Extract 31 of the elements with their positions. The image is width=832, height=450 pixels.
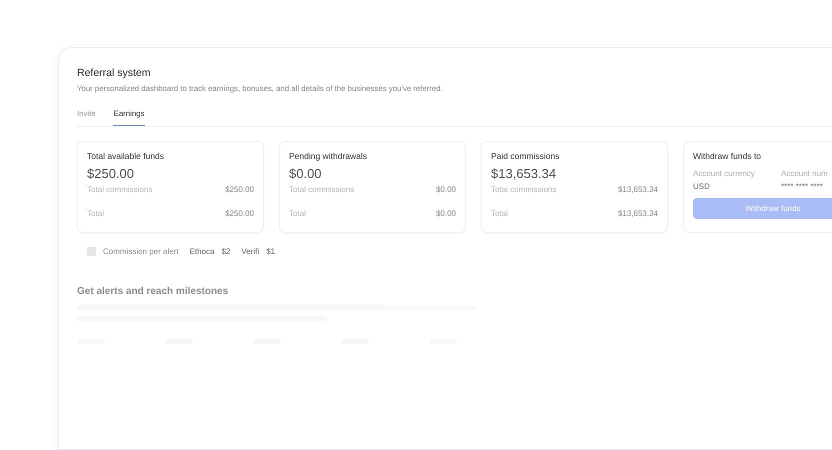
row-label: Total commissions <box>87 185 152 194</box>
field-label: Account currency <box>693 169 756 178</box>
field-value: USD <box>693 182 711 191</box>
row-value: $0.00 <box>436 185 456 194</box>
card-title: Paid commissions <box>491 151 560 161</box>
amount: $250.00 <box>87 166 135 181</box>
amount: $0.00 <box>289 166 323 181</box>
amount: $13,653.34 <box>491 166 558 181</box>
alert-name: Ethoca <box>190 247 214 256</box>
section-title: Get alerts and reach milestones <box>77 286 230 297</box>
row-label: Total <box>289 209 306 218</box>
alert-name: Verifi <box>241 247 260 256</box>
row-value: $13,653.34 <box>618 209 658 218</box>
commission-label: Commission per alert <box>103 247 179 256</box>
row-value: $0.00 <box>436 209 456 218</box>
card-title: Withdraw funds to <box>693 151 762 161</box>
card-title: Pending withdrawals <box>289 151 368 161</box>
row-value: $250.00 <box>225 209 254 218</box>
page-title: Referral system <box>77 67 152 79</box>
checkbox[interactable] <box>87 247 96 256</box>
row-label: Total commissions <box>289 185 354 194</box>
card-title: Total available funds <box>87 151 166 161</box>
row-label: Total commissions <box>491 185 556 194</box>
field-label: Account num <box>781 169 829 178</box>
row-label: Total <box>87 209 104 218</box>
alert-amount: $2 <box>221 247 230 256</box>
alert-amount: $1 <box>266 247 276 256</box>
row-label: Total <box>491 209 508 218</box>
field-value: **** **** **** <box>781 182 824 191</box>
row-value: $13,653.34 <box>618 185 658 194</box>
row-value: $250.00 <box>225 185 254 194</box>
